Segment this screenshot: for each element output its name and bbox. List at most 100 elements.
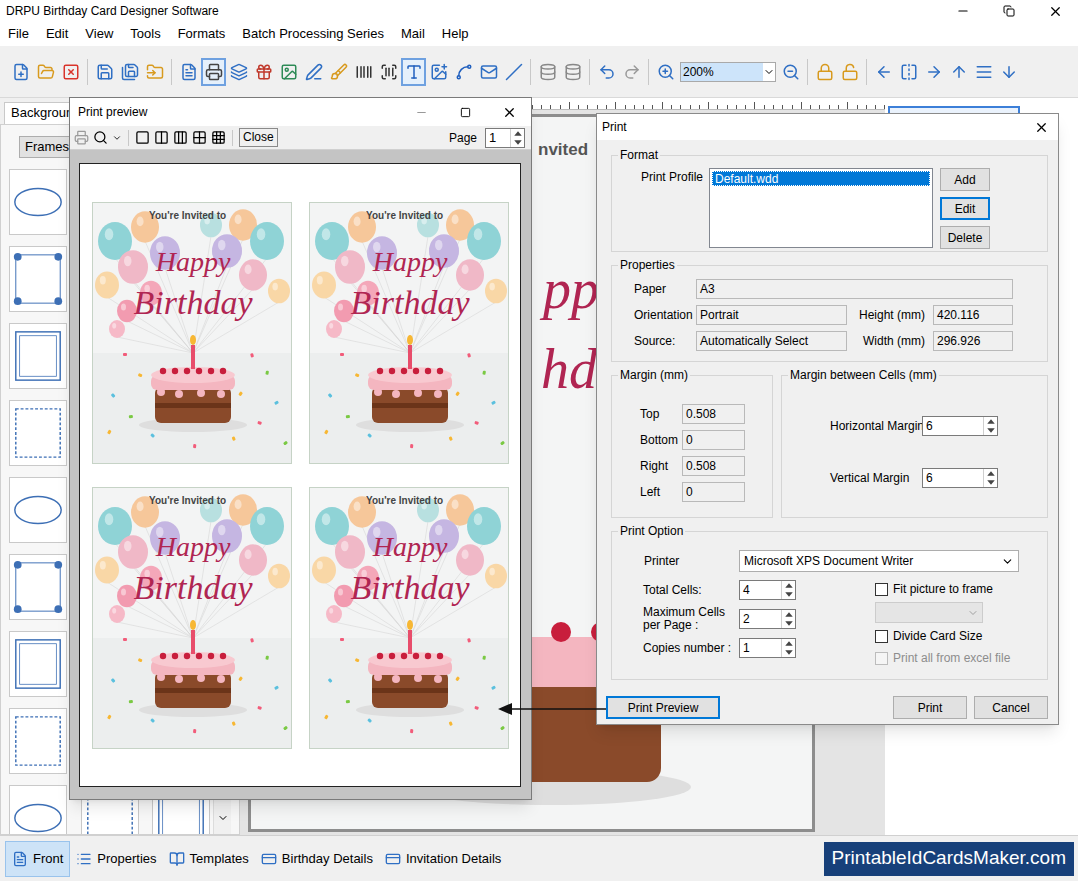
toolbar-button[interactable] (501, 58, 526, 86)
fit-combo[interactable] (875, 602, 983, 623)
maximize-icon[interactable] (460, 107, 471, 118)
bottom-tab[interactable]: Front (5, 841, 70, 877)
tab-label[interactable]: Birthday Details (282, 849, 373, 869)
image-icon[interactable] (280, 63, 298, 81)
save-all-icon[interactable] (121, 63, 139, 81)
up-arrow-icon[interactable] (782, 639, 796, 648)
text-tool-icon[interactable] (405, 63, 423, 81)
dialog-button[interactable]: Print (893, 696, 967, 719)
up-arrow-icon[interactable] (782, 610, 796, 619)
bottom-tab[interactable]: Templates (163, 841, 255, 877)
spinner-arrows[interactable] (983, 469, 997, 487)
toolbar-button[interactable] (142, 58, 167, 86)
toolbar-button[interactable] (326, 58, 351, 86)
lock-icon[interactable] (816, 63, 834, 81)
checkbox[interactable] (875, 583, 888, 596)
checkbox-label[interactable]: Print all from excel file (893, 649, 1010, 667)
two-pages-icon[interactable] (154, 130, 169, 145)
database-icon[interactable] (539, 63, 557, 81)
preview-close-button[interactable]: Close (239, 128, 278, 147)
checkbox[interactable] (875, 652, 888, 665)
bottom-tab[interactable]: Birthday Details (255, 841, 379, 877)
printer-value[interactable]: Microsoft XPS Document Writer (744, 552, 1001, 570)
menu-item[interactable]: Edit (46, 24, 68, 44)
spinner-arrows[interactable] (983, 417, 997, 435)
spinner[interactable]: 1 (485, 128, 525, 148)
menu-item[interactable]: Tools (130, 24, 160, 44)
flip-icon[interactable] (900, 63, 918, 81)
toolbar-button[interactable] (971, 58, 996, 86)
menu-item[interactable]: Formats (178, 24, 226, 44)
tab-label[interactable]: Templates (190, 849, 249, 869)
scroll-down-icon[interactable] (217, 812, 229, 824)
toolbar-button[interactable] (351, 58, 376, 86)
toolbar-button[interactable] (812, 58, 837, 86)
toolbar-button[interactable] (201, 58, 226, 86)
dialog-button[interactable]: Delete (940, 226, 990, 249)
close-button[interactable] (1032, 4, 1078, 19)
spinner-arrows[interactable] (781, 581, 795, 599)
new-file-icon[interactable] (12, 63, 30, 81)
frame-thumbnail[interactable] (9, 708, 67, 774)
dialog-close[interactable] (1024, 120, 1058, 135)
add-image-icon[interactable] (430, 63, 448, 81)
frames-button[interactable]: Frames (19, 136, 75, 158)
dropdown-icon[interactable] (967, 607, 979, 619)
preview-minimize[interactable] (399, 106, 443, 119)
down-arrow-icon[interactable] (984, 478, 998, 487)
frame-thumbnail[interactable] (9, 323, 67, 389)
printer-combo[interactable]: Microsoft XPS Document Writer (739, 550, 1019, 572)
toolbar-button[interactable] (176, 58, 201, 86)
menu-item[interactable]: File (8, 24, 29, 44)
tab-label[interactable]: Front (33, 849, 63, 869)
up-arrow-icon[interactable] (782, 581, 796, 590)
menu-item[interactable]: Help (442, 24, 469, 44)
preview-maximize[interactable] (443, 107, 487, 118)
brush-icon[interactable] (330, 63, 348, 81)
tab-label[interactable]: Properties (97, 849, 156, 869)
up-arrow-icon[interactable] (984, 469, 998, 478)
arrow-left-icon[interactable] (875, 63, 893, 81)
dropdown-icon[interactable] (1001, 555, 1014, 568)
canvas-text[interactable]: pp (543, 247, 599, 331)
spinner-arrows[interactable] (781, 639, 795, 657)
redo-icon[interactable] (623, 63, 641, 81)
arrow-up-icon[interactable] (950, 63, 968, 81)
six-pages-icon[interactable] (211, 130, 226, 145)
toolbar-button[interactable] (8, 58, 33, 86)
database-icon[interactable] (564, 63, 582, 81)
barcode-icon[interactable] (355, 63, 373, 81)
frame-thumbnail[interactable] (9, 400, 67, 466)
arrow-right-icon[interactable] (925, 63, 943, 81)
tab-label[interactable]: Invitation Details (406, 849, 501, 869)
checkbox-row[interactable]: Print all from excel file (875, 649, 1010, 667)
gift-icon[interactable] (255, 63, 273, 81)
restore-icon[interactable] (1003, 5, 1015, 17)
toolbar-button[interactable] (426, 58, 451, 86)
dialog-button[interactable]: Add (940, 168, 990, 191)
frame-thumbnail[interactable] (9, 554, 67, 620)
toolbar-button[interactable] (996, 58, 1021, 86)
zoom-icon[interactable] (93, 130, 108, 145)
checkbox-row[interactable]: Fit picture to frame (875, 580, 1010, 598)
one-page-icon[interactable] (135, 130, 150, 145)
signature-icon[interactable] (455, 63, 473, 81)
checkbox-label[interactable]: Fit picture to frame (893, 580, 993, 598)
spinner[interactable]: 4 (739, 580, 796, 600)
toolbar-button[interactable] (117, 58, 142, 86)
spinner-value[interactable]: 1 (740, 639, 781, 657)
dialog-button[interactable]: Cancel (974, 696, 1048, 719)
toolbar-button[interactable] (276, 58, 301, 86)
profile-list[interactable]: Default.wdd (709, 168, 933, 248)
frame-thumbnail[interactable] (9, 169, 67, 235)
dropdown-icon[interactable] (763, 66, 775, 78)
checkbox[interactable] (875, 630, 888, 643)
canvas-text[interactable]: nvited (538, 137, 588, 163)
spinner-value[interactable]: 4 (740, 581, 781, 599)
tab-icon[interactable] (12, 851, 28, 867)
tab-icon[interactable] (169, 851, 185, 867)
canvas-text[interactable]: hd (541, 327, 597, 411)
close-icon[interactable] (1048, 4, 1063, 19)
close-icon[interactable] (1034, 120, 1049, 135)
minimize-icon[interactable] (415, 106, 428, 119)
